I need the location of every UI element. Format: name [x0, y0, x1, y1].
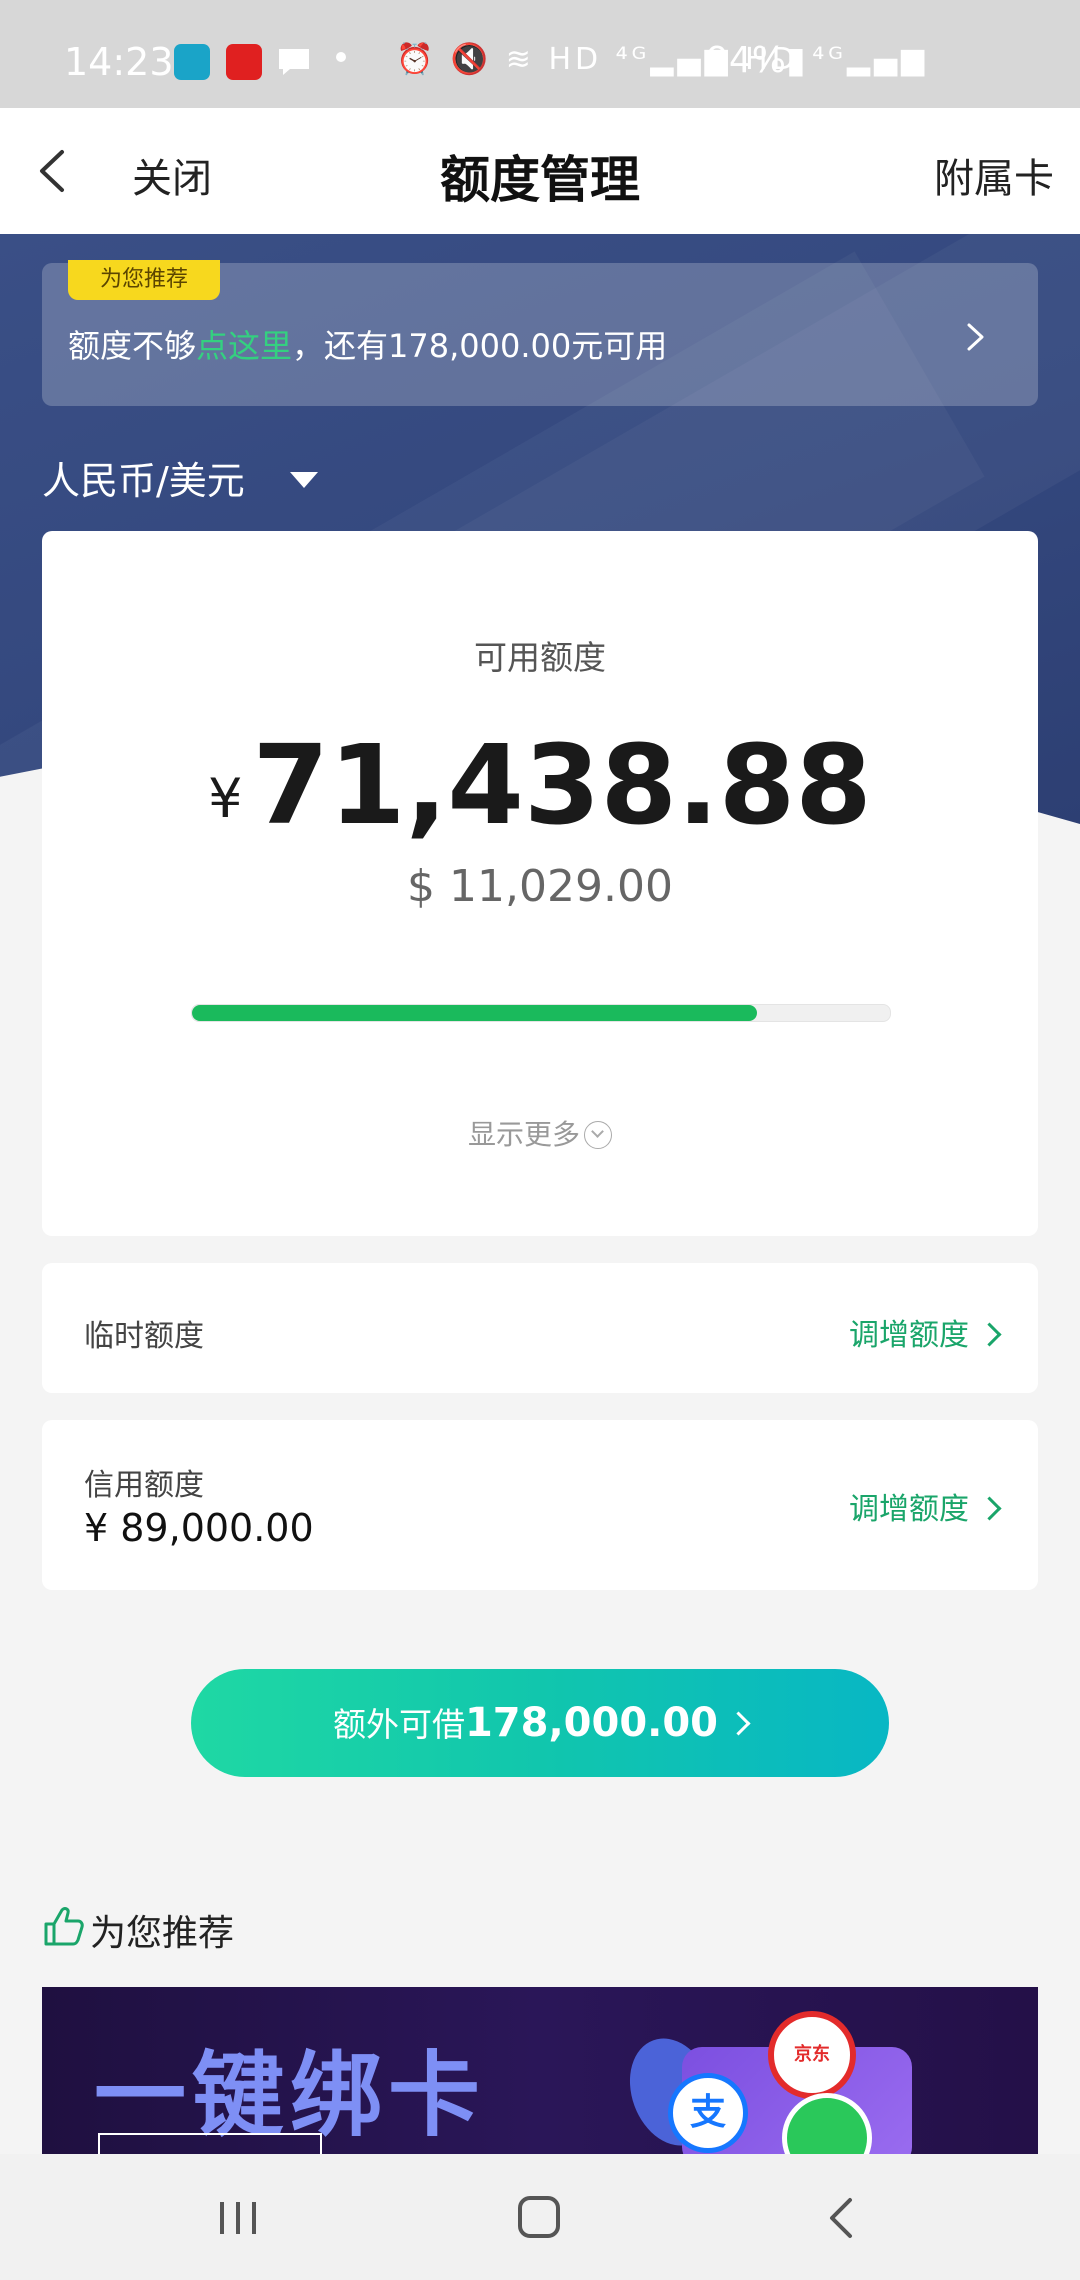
battery-indicator: 94%▮ [706, 40, 806, 81]
chevron-right-icon [967, 323, 984, 351]
extra-borrow-button[interactable]: 额外可借178,000.00 [191, 1669, 889, 1777]
app-notification-icon [226, 44, 262, 80]
credit-limit-card: 信用额度 ¥ 89,000.00 调增额度 [42, 1420, 1038, 1590]
chevron-right-icon [977, 1496, 1002, 1521]
nav-bar: 关闭 额度管理 附属卡 [0, 108, 1080, 234]
increase-credit-limit-button[interactable]: 调增额度 [849, 1484, 1002, 1528]
banner-subtitle-box [98, 2133, 322, 2154]
recommend-title: 为您推荐 [90, 1913, 235, 1954]
status-icons: ⏰ 🔇 ≋ HD ⁴ᴳ▂▄▆ HD ⁴ᴳ▂▄▆ [396, 42, 929, 77]
close-button[interactable]: 关闭 [132, 146, 212, 204]
notification-dot-icon [336, 52, 346, 62]
recent-apps-icon[interactable] [214, 2198, 262, 2238]
sub-card-button[interactable]: 附属卡 [934, 146, 1054, 204]
status-time: 14:23 [64, 40, 174, 84]
back-nav-icon[interactable] [826, 2196, 856, 2240]
promo-tag: 为您推荐 [68, 260, 220, 300]
status-bar: 14:23 ⏰ 🔇 ≋ HD ⁴ᴳ▂▄▆ HD ⁴ᴳ▂▄▆ 94%▮ [0, 0, 1080, 108]
home-icon[interactable] [518, 2196, 560, 2238]
increase-temporary-limit-button[interactable]: 调增额度 [849, 1310, 1002, 1354]
temporary-limit-card: 临时额度 调增额度 [42, 1263, 1038, 1393]
currency-symbol: ¥ [208, 767, 243, 830]
chevron-down-circle-icon [584, 1121, 612, 1149]
credit-limit-value: ¥ 89,000.00 [84, 1506, 314, 1550]
caret-down-icon[interactable] [288, 470, 320, 490]
app-notification-icon [174, 44, 210, 80]
available-limit-cny: ¥71,438.88 [42, 721, 1038, 849]
bind-card-banner[interactable]: 一键绑卡 京东 支 [42, 1987, 1038, 2154]
available-limit-card: 可用额度 ¥71,438.88 $ 11,029.00 显示更多 [42, 531, 1038, 1236]
available-limit-amount: 71,438.88 [252, 721, 872, 849]
show-more-button[interactable]: 显示更多 [42, 1113, 1038, 1153]
temporary-limit-label: 临时额度 [84, 1319, 204, 1354]
jd-logo-icon: 京东 [768, 2011, 856, 2099]
currency-selector[interactable]: 人民币/美元 [42, 450, 245, 505]
alipay-logo-icon: 支 [668, 2073, 748, 2153]
promo-highlight-link[interactable]: 点这里 [196, 327, 292, 365]
chevron-right-icon [726, 1711, 751, 1736]
message-icon [279, 49, 309, 75]
thumbs-up-icon [44, 1907, 84, 1946]
extra-borrow-label: 额外可借 [332, 1705, 465, 1744]
page-title: 额度管理 [440, 151, 640, 209]
usage-progress-fill [192, 1005, 758, 1021]
available-limit-usd: $ 11,029.00 [407, 861, 673, 912]
credit-limit-label: 信用额度 [84, 1468, 204, 1503]
show-more-label: 显示更多 [467, 1118, 580, 1151]
promo-text: 额度不够点这里，还有178,000.00元可用 [68, 327, 668, 365]
chevron-right-icon [977, 1322, 1002, 1347]
promo-banner[interactable]: 为您推荐 额度不够点这里，还有178,000.00元可用 [42, 260, 1038, 406]
back-icon[interactable] [30, 146, 76, 196]
system-nav-bar [0, 2154, 1080, 2280]
usage-progress-bar [191, 1004, 891, 1022]
extra-borrow-amount: 178,000.00 [464, 1700, 719, 1746]
available-limit-label: 可用额度 [474, 638, 606, 677]
